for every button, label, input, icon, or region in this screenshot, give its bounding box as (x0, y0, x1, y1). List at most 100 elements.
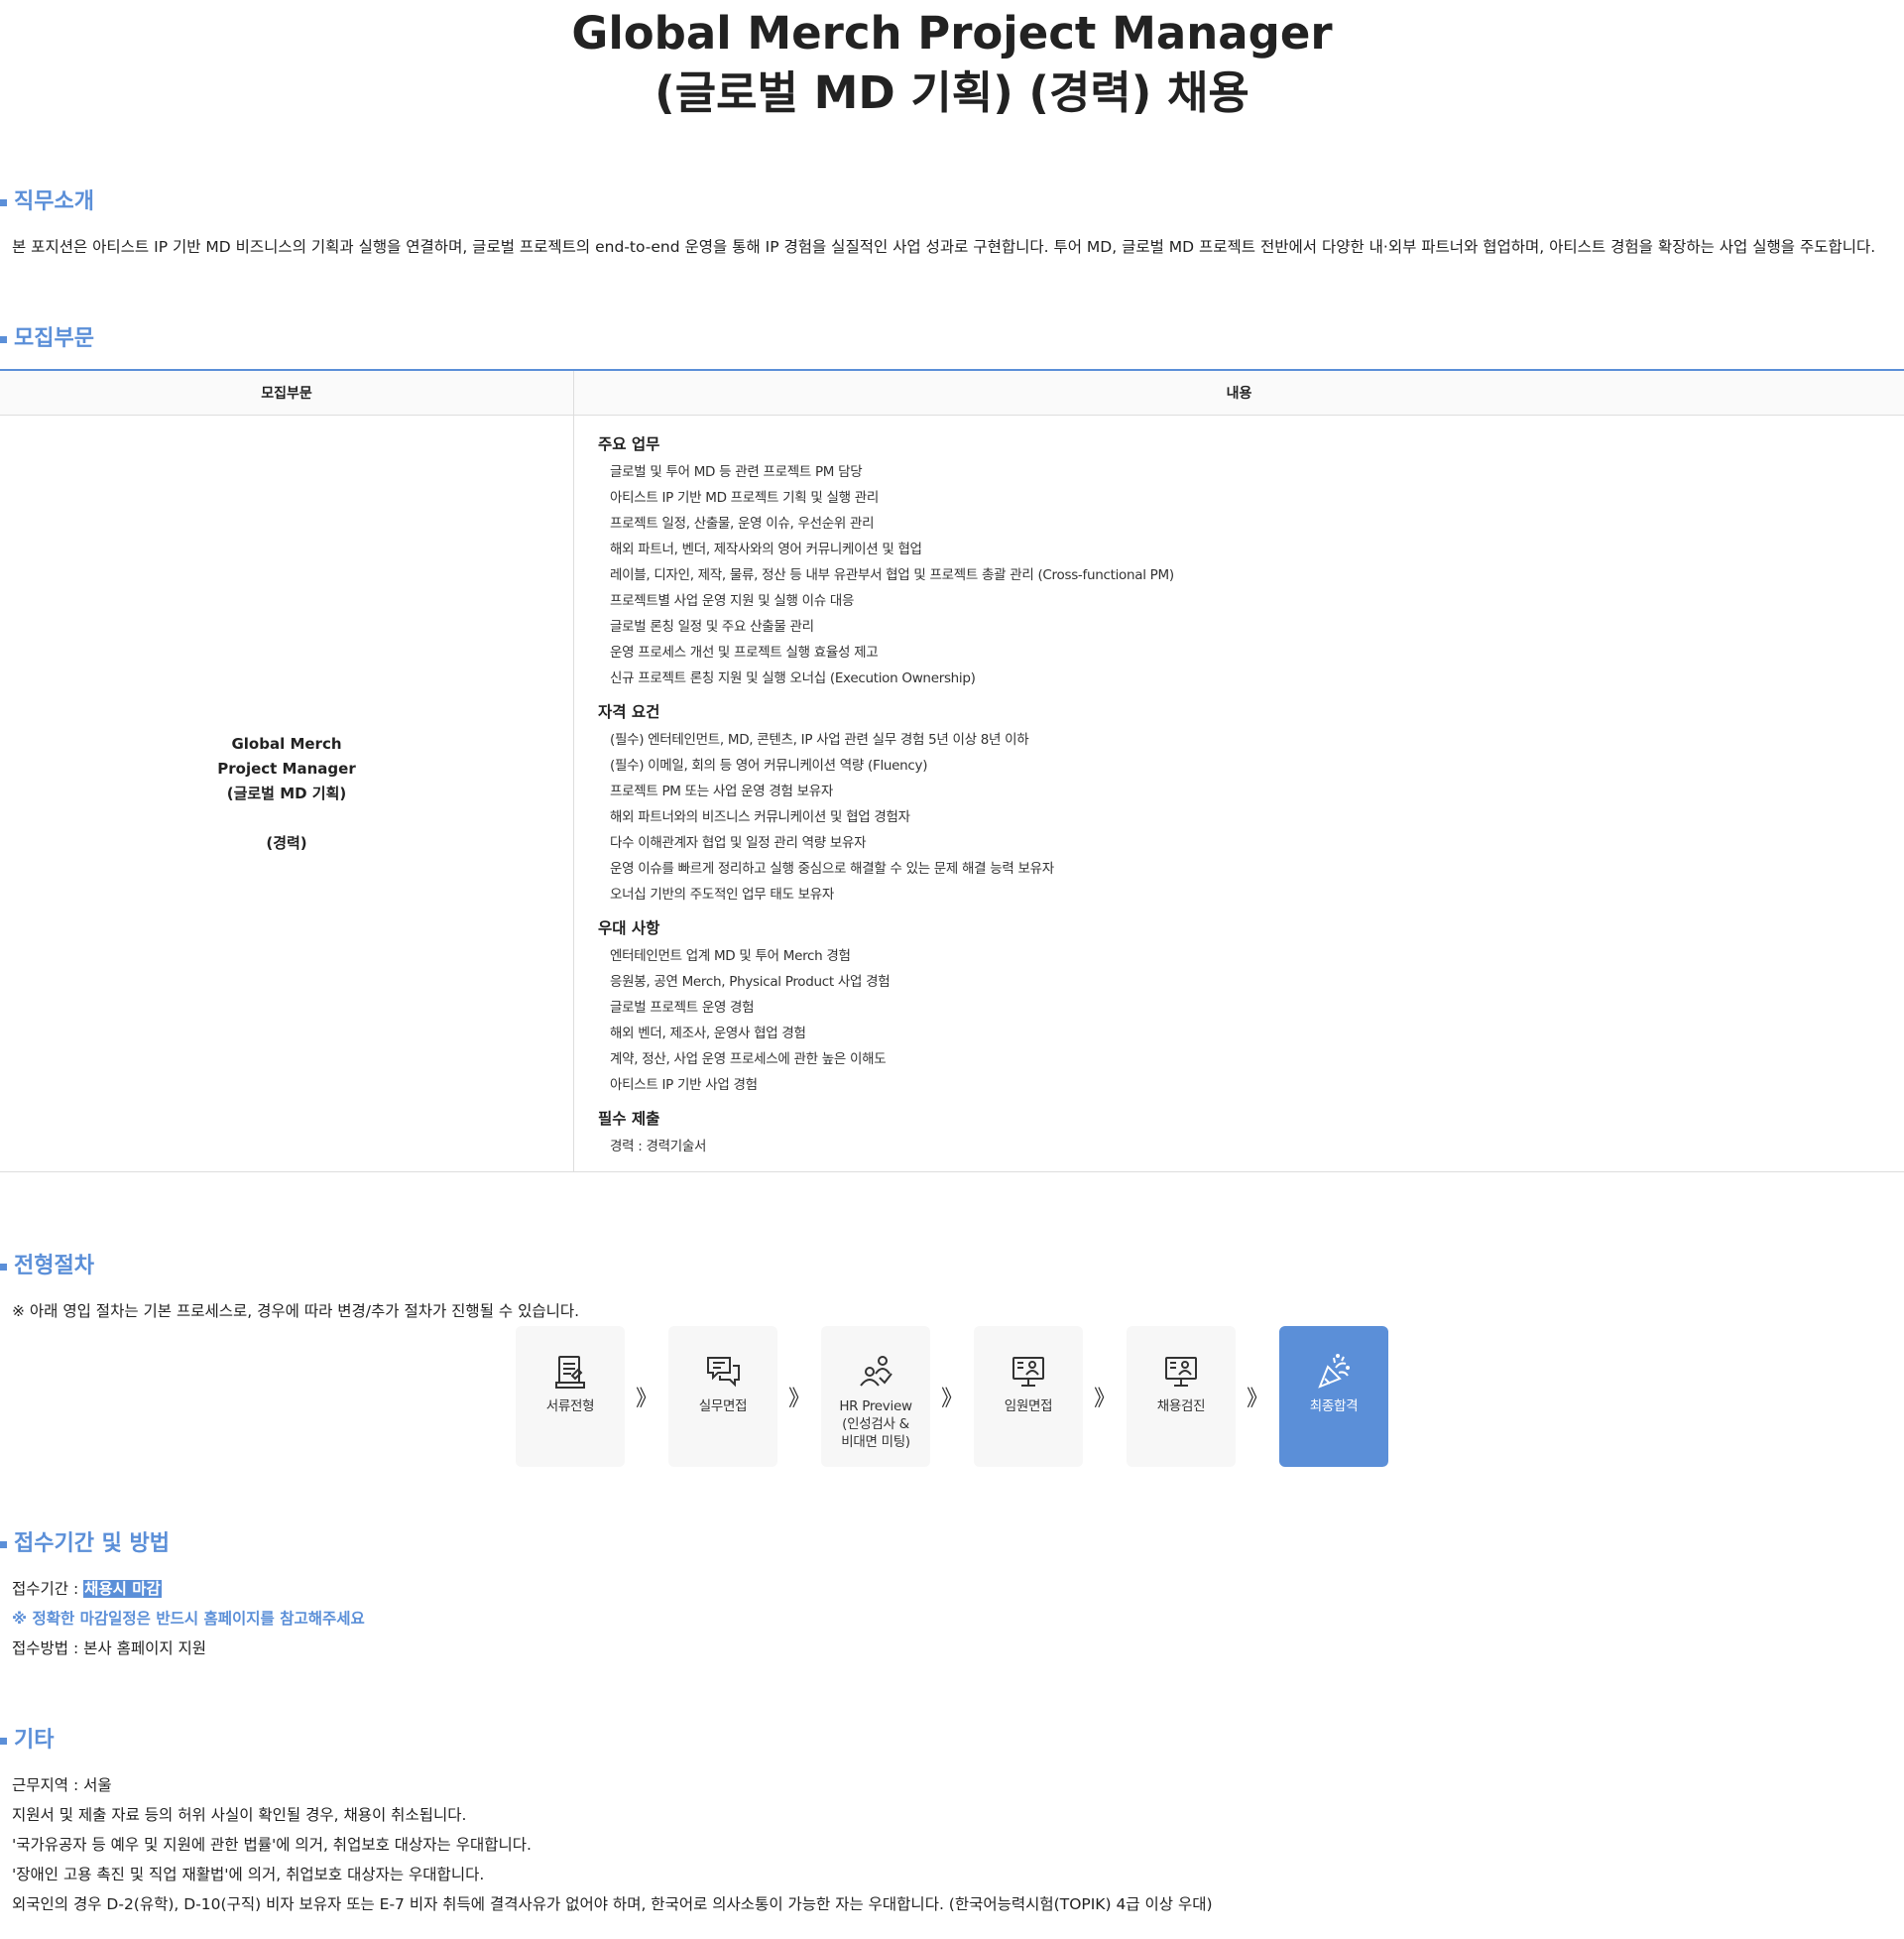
apply-method: 접수방법 : 본사 홈페이지 지원 (0, 1634, 1904, 1663)
process-step: HR Preview (인성검사 & 비대면 미팅) (821, 1326, 930, 1467)
etc-line: '장애인 고용 촉진 및 직업 재활법'에 의거, 취업보호 대상자는 우대합니… (0, 1860, 1904, 1889)
position-line: Project Manager (1, 757, 572, 782)
list-item: 아티스트 IP 기반 MD 프로젝트 기획 및 실행 관리 (598, 485, 1904, 511)
group-title: 주요 업무 (598, 429, 1904, 459)
step-arrow-icon: 》 (1083, 1381, 1127, 1412)
etc-section: 기타 근무지역 : 서울지원서 및 제출 자료 등의 허위 사실이 확인될 경우… (0, 1726, 1904, 1919)
heading-bullet (0, 1264, 7, 1271)
list-item: 운영 이슈를 빠르게 정리하고 실행 중심으로 해결할 수 있는 문제 해결 능… (598, 856, 1904, 882)
recruit-table: 모집부문 내용 Global Merch Project Manager (글로… (0, 369, 1904, 1172)
apply-period-label: 접수기간 : (12, 1580, 83, 1598)
apply-note: ※ 정확한 마감일정은 반드시 홈페이지를 참고해주세요 (0, 1604, 1904, 1634)
process-heading-text: 전형절차 (14, 1252, 94, 1281)
list-item: (필수) 엔터테인먼트, MD, 콘텐츠, IP 사업 관련 실무 경험 5년 … (598, 727, 1904, 753)
list-item: 해외 파트너, 벤더, 제작사와의 영어 커뮤니케이션 및 협업 (598, 537, 1904, 562)
intro-section: 직무소개 본 포지션은 아티스트 IP 기반 MD 비즈니스의 기획과 실행을 … (0, 187, 1904, 262)
list-item: 프로젝트 일정, 산출물, 운영 이슈, 우선순위 관리 (598, 511, 1904, 537)
etc-heading-text: 기타 (14, 1726, 54, 1756)
position-line: Global Merch (1, 732, 572, 757)
list-item: 엔터테인먼트 업계 MD 및 투어 Merch 경험 (598, 943, 1904, 969)
step-label: 실무면접 (699, 1397, 747, 1415)
process-steps: 서류전형 》 실무면접 》 HR Preview (인성검사 & 비대면 미팅) 》 임원면… (516, 1326, 1388, 1467)
step-arrow-icon: 》 (930, 1381, 974, 1412)
page-title: Global Merch Project Manager (글로벌 MD 기획)… (0, 4, 1904, 123)
process-note: ※ 아래 영입 절차는 기본 프로세스로, 경우에 따라 변경/추가 절차가 진… (0, 1296, 1904, 1326)
page-title-line2: (글로벌 MD 기획) (경력) 채용 (0, 63, 1904, 123)
etc-line: '국가유공자 등 예우 및 지원에 관한 법률'에 의거, 취업보호 대상자는 … (0, 1830, 1904, 1860)
process-step: 실무면접 (668, 1326, 777, 1467)
process-step: 최종합격 (1279, 1326, 1388, 1467)
group-list: 엔터테인먼트 업계 MD 및 투어 Merch 경험응원봉, 공연 Merch,… (598, 943, 1904, 1098)
heading-bullet (0, 336, 7, 343)
table-row: Global Merch Project Manager (글로벌 MD 기획)… (0, 416, 1904, 1172)
step-label: HR Preview (인성검사 & 비대면 미팅) (839, 1397, 911, 1451)
list-item: 계약, 정산, 사업 운영 프로세스에 관한 높은 이해도 (598, 1046, 1904, 1072)
list-item: (필수) 이메일, 회의 등 영어 커뮤니케이션 역량 (Fluency) (598, 753, 1904, 779)
list-item: 신규 프로젝트 론칭 지원 및 실행 오너십 (Execution Owners… (598, 666, 1904, 691)
position-spacer (1, 806, 572, 831)
etc-lines: 근무지역 : 서울지원서 및 제출 자료 등의 허위 사실이 확인될 경우, 채… (0, 1770, 1904, 1919)
step-label: 채용검진 (1157, 1397, 1205, 1415)
document-icon (550, 1352, 590, 1392)
list-item: 프로젝트별 사업 운영 지원 및 실행 이슈 대응 (598, 588, 1904, 614)
heading-bullet (0, 199, 7, 206)
heading-bullet (0, 1541, 7, 1548)
monitor-person-icon (1161, 1352, 1201, 1392)
list-item: 해외 벤더, 제조사, 운영사 협업 경험 (598, 1021, 1904, 1046)
recruit-heading-text: 모집부문 (14, 324, 94, 354)
table-header-row: 모집부문 내용 (0, 370, 1904, 416)
etc-heading: 기타 (0, 1726, 1904, 1756)
list-item: 아티스트 IP 기반 사업 경험 (598, 1072, 1904, 1098)
content-cell: 주요 업무글로벌 및 투어 MD 등 관련 프로젝트 PM 담당아티스트 IP … (574, 416, 1904, 1172)
people-icon (856, 1352, 895, 1392)
position-cell: Global Merch Project Manager (글로벌 MD 기획)… (0, 416, 574, 1172)
step-label: 서류전형 (546, 1397, 594, 1415)
intro-heading-text: 직무소개 (14, 187, 94, 217)
heading-bullet (0, 1738, 7, 1745)
recruit-heading: 모집부문 (0, 324, 1904, 354)
intro-heading: 직무소개 (0, 187, 1904, 217)
group-title: 자격 요건 (598, 697, 1904, 727)
step-arrow-icon: 》 (625, 1381, 668, 1412)
group-list: 경력 : 경력기술서 (598, 1134, 1904, 1159)
intro-text: 본 포지션은 아티스트 IP 기반 MD 비즈니스의 기획과 실행을 연결하며,… (0, 232, 1904, 262)
group-title: 필수 제출 (598, 1104, 1904, 1134)
etc-line: 지원서 및 제출 자료 등의 허위 사실이 확인될 경우, 채용이 취소됩니다. (0, 1800, 1904, 1830)
process-heading: 전형절차 (0, 1252, 1904, 1281)
chat-icon (703, 1352, 743, 1392)
monitor-person-icon (1009, 1352, 1048, 1392)
list-item: 경력 : 경력기술서 (598, 1134, 1904, 1159)
table-header-content: 내용 (574, 370, 1904, 416)
position-line: (글로벌 MD 기획) (1, 782, 572, 806)
apply-section: 접수기간 및 방법 접수기간 : 채용시 마감 ※ 정확한 마감일정은 반드시 … (0, 1529, 1904, 1663)
apply-heading-text: 접수기간 및 방법 (14, 1529, 170, 1559)
list-item: 글로벌 론칭 일정 및 주요 산출물 관리 (598, 614, 1904, 640)
process-step: 서류전형 (516, 1326, 625, 1467)
group-title: 우대 사항 (598, 913, 1904, 943)
process-step: 임원면접 (974, 1326, 1083, 1467)
list-item: 프로젝트 PM 또는 사업 운영 경험 보유자 (598, 779, 1904, 804)
step-arrow-icon: 》 (777, 1381, 821, 1412)
list-item: 다수 이해관계자 협업 및 일정 관리 역량 보유자 (598, 830, 1904, 856)
list-item: 레이블, 디자인, 제작, 물류, 정산 등 내부 유관부서 협업 및 프로젝트… (598, 562, 1904, 588)
apply-period: 접수기간 : 채용시 마감 (0, 1574, 1904, 1604)
list-item: 운영 프로세스 개선 및 프로젝트 실행 효율성 제고 (598, 640, 1904, 666)
etc-line: 외국인의 경우 D-2(유학), D-10(구직) 비자 보유자 또는 E-7 … (0, 1889, 1904, 1919)
group-list: (필수) 엔터테인먼트, MD, 콘텐츠, IP 사업 관련 실무 경험 5년 … (598, 727, 1904, 908)
list-item: 오너십 기반의 주도적인 업무 태도 보유자 (598, 882, 1904, 908)
position-line: (경력) (1, 831, 572, 856)
apply-period-value: 채용시 마감 (83, 1580, 162, 1598)
group-list: 글로벌 및 투어 MD 등 관련 프로젝트 PM 담당아티스트 IP 기반 MD… (598, 459, 1904, 691)
list-item: 글로벌 및 투어 MD 등 관련 프로젝트 PM 담당 (598, 459, 1904, 485)
page-title-line1: Global Merch Project Manager (0, 4, 1904, 63)
step-arrow-icon: 》 (1236, 1381, 1279, 1412)
step-label: 임원면접 (1005, 1397, 1052, 1415)
process-section: 전형절차 ※ 아래 영입 절차는 기본 프로세스로, 경우에 따라 변경/추가 … (0, 1252, 1904, 1326)
list-item: 응원봉, 공연 Merch, Physical Product 사업 경험 (598, 969, 1904, 995)
table-header-position: 모집부문 (0, 370, 574, 416)
list-item: 글로벌 프로젝트 운영 경험 (598, 995, 1904, 1021)
party-popper-icon (1314, 1352, 1354, 1392)
process-step: 채용검진 (1127, 1326, 1236, 1467)
apply-heading: 접수기간 및 방법 (0, 1529, 1904, 1559)
list-item: 해외 파트너와의 비즈니스 커뮤니케이션 및 협업 경험자 (598, 804, 1904, 830)
